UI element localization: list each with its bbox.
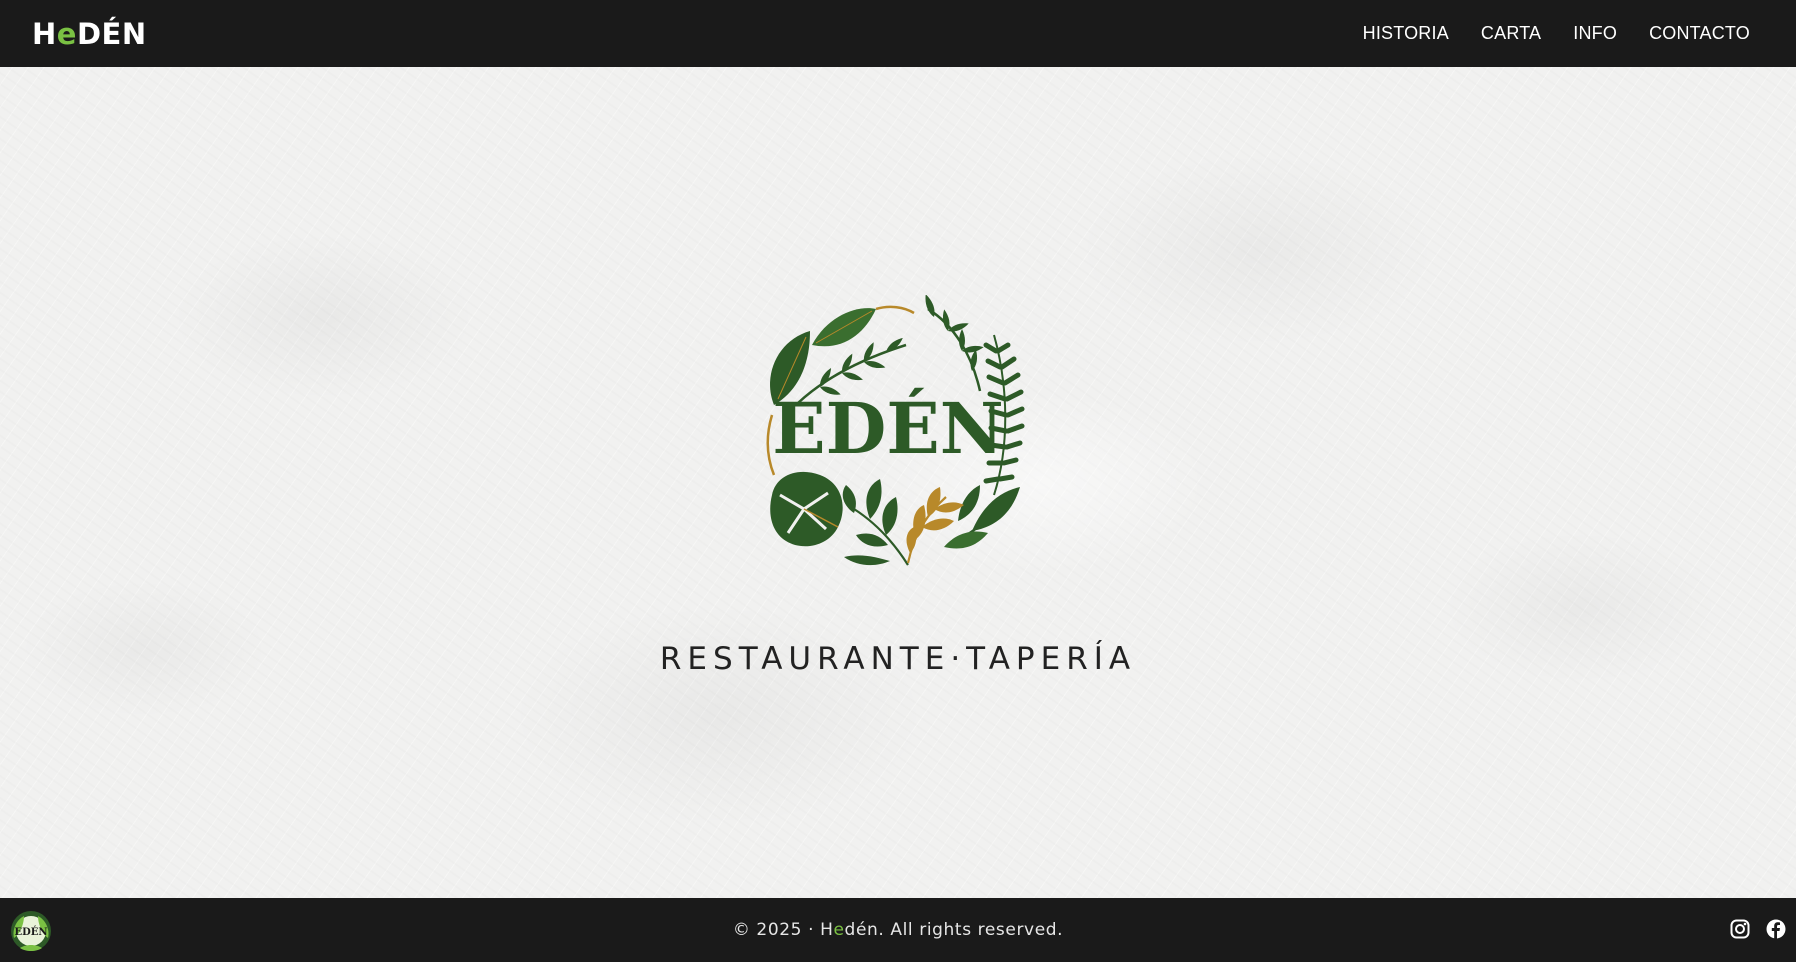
instagram-icon[interactable] bbox=[1730, 919, 1750, 939]
footer-logo: EDÉN bbox=[10, 910, 52, 952]
facebook-icon[interactable] bbox=[1766, 919, 1786, 939]
brand-logo-link[interactable]: He DÉN bbox=[32, 17, 147, 51]
footer-logo-text: EDÉN bbox=[14, 926, 47, 938]
brand-letter-h: H bbox=[32, 16, 57, 51]
logo-wordmark: EDÉN bbox=[772, 387, 1003, 470]
copyright-accent-letter: e bbox=[833, 920, 845, 940]
nav-link-info[interactable]: INFO bbox=[1573, 23, 1617, 44]
social-links bbox=[1730, 919, 1786, 939]
eden-wreath-logo: EDÉN bbox=[758, 293, 1040, 575]
brand-letter-accent: e bbox=[56, 16, 77, 51]
copyright-prefix: © 2025 · H bbox=[732, 920, 834, 940]
nav-link-historia[interactable]: HISTORIA bbox=[1363, 23, 1449, 44]
nav-link-contacto[interactable]: CONTACTO bbox=[1649, 23, 1750, 44]
nav-link-carta[interactable]: CARTA bbox=[1481, 23, 1541, 44]
main-nav: HISTORIA CARTA INFO CONTACTO bbox=[1363, 23, 1750, 44]
copyright-text: © 2025 · Hedén. All rights reserved. bbox=[733, 920, 1063, 940]
top-navigation-bar: He DÉN HISTORIA CARTA INFO CONTACTO bbox=[0, 0, 1796, 67]
brand-letters-rest: DÉN bbox=[76, 16, 147, 51]
hero-tagline: RESTAURANTE·TAPERÍA bbox=[659, 641, 1137, 677]
copyright-suffix: dén. All rights reserved. bbox=[844, 920, 1064, 940]
site-footer: EDÉN © 2025 · Hedén. All rights reserved… bbox=[0, 898, 1796, 962]
hero-section: EDÉN RESTAURANTE·TAPERÍA bbox=[0, 67, 1796, 898]
